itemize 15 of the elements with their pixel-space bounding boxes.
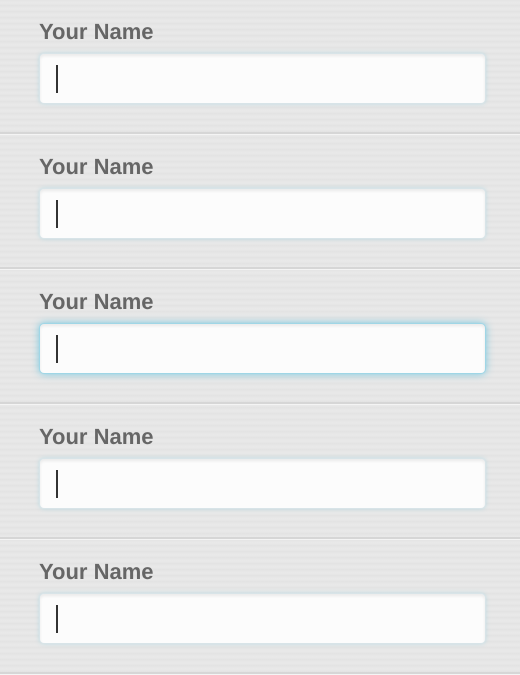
field-label: Your Name xyxy=(39,153,155,181)
field-label: Your Name xyxy=(39,18,155,46)
name-input[interactable] xyxy=(39,188,486,239)
name-input[interactable] xyxy=(39,458,486,509)
field-label: Your Name xyxy=(39,288,155,316)
text-cursor-icon xyxy=(56,470,58,498)
text-cursor-icon xyxy=(56,605,58,633)
text-cursor-icon xyxy=(56,335,58,363)
field-label: Your Name xyxy=(39,423,155,451)
name-input[interactable] xyxy=(39,593,486,644)
name-input[interactable] xyxy=(39,53,486,104)
name-input[interactable] xyxy=(39,323,486,374)
field-label: Your Name xyxy=(39,558,155,586)
text-cursor-icon xyxy=(56,65,58,93)
text-cursor-icon xyxy=(56,200,58,228)
